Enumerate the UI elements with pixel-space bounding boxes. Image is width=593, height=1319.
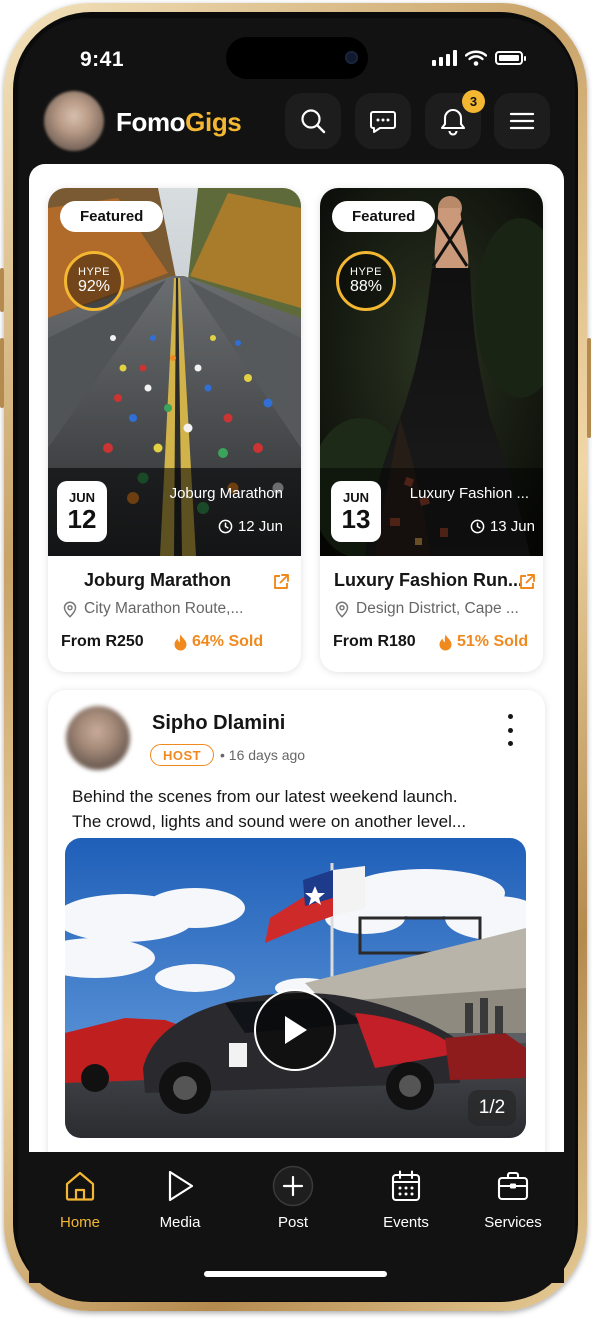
event-title: Luxury Fashion Run... xyxy=(334,570,524,590)
post-media[interactable]: 1/2 xyxy=(65,838,526,1138)
image-event-date: 13 Jun xyxy=(470,518,535,535)
messages-button[interactable] xyxy=(355,93,411,149)
home-indicator[interactable] xyxy=(204,1271,387,1277)
location-pin-icon xyxy=(335,600,349,618)
menu-button[interactable] xyxy=(494,93,550,149)
nav-media[interactable]: Media xyxy=(135,1166,225,1231)
flame-icon xyxy=(439,634,452,650)
event-price: From R250 xyxy=(61,633,144,650)
signal-icon xyxy=(432,50,457,66)
battery-icon xyxy=(495,51,526,65)
bottom-nav: Home Media Post Events Services xyxy=(29,1152,564,1283)
host-badge: HOST xyxy=(150,744,215,766)
clock-icon xyxy=(470,519,485,534)
sold-indicator: 64% Sold xyxy=(174,633,263,651)
notification-badge: 3 xyxy=(462,90,485,113)
image-event-name: Joburg Marathon xyxy=(169,485,283,502)
calendar-icon xyxy=(391,1170,421,1202)
nav-events[interactable]: Events xyxy=(361,1166,451,1231)
nav-services[interactable]: Services xyxy=(468,1166,558,1231)
external-link-icon[interactable] xyxy=(518,573,536,591)
image-event-date: 12 Jun xyxy=(218,518,283,535)
side-button xyxy=(0,338,4,408)
play-icon xyxy=(285,1016,307,1044)
chat-icon xyxy=(370,111,396,133)
event-price: From R180 xyxy=(333,633,416,650)
featured-badge: Featured xyxy=(332,201,436,232)
event-card[interactable]: Featured HYPE 88% JUN 13 Luxury Fashion … xyxy=(320,188,543,672)
external-link-icon[interactable] xyxy=(272,573,290,591)
flame-icon xyxy=(174,634,187,650)
side-button xyxy=(587,338,591,438)
wifi-icon xyxy=(465,50,487,66)
briefcase-icon xyxy=(497,1171,529,1201)
event-location: Design District, Cape ... xyxy=(335,600,519,618)
play-icon xyxy=(168,1170,194,1202)
race-car-photo xyxy=(65,838,526,1138)
play-button[interactable] xyxy=(254,989,336,1071)
event-date-box: JUN 12 xyxy=(57,481,107,542)
plus-circle-icon xyxy=(272,1165,314,1207)
event-title: Joburg Marathon xyxy=(84,570,231,590)
home-icon xyxy=(65,1171,95,1201)
status-time: 9:41 xyxy=(80,48,125,71)
feed-content: Featured HYPE 92% JUN 12 Joburg Marathon… xyxy=(29,164,564,1152)
side-button xyxy=(0,268,4,312)
app-logo: FomoGigs xyxy=(116,107,242,137)
hype-meter: HYPE 88% xyxy=(336,251,396,311)
nav-home[interactable]: Home xyxy=(35,1166,125,1231)
avatar[interactable] xyxy=(44,91,104,151)
location-pin-icon xyxy=(63,600,77,618)
post-time: • 16 days ago xyxy=(220,747,306,763)
event-location: City Marathon Route,... xyxy=(63,600,243,618)
image-event-name: Luxury Fashion ... xyxy=(409,485,529,502)
camera-icon xyxy=(345,51,358,64)
media-counter: 1/2 xyxy=(468,1090,516,1126)
event-card[interactable]: Featured HYPE 92% JUN 12 Joburg Marathon… xyxy=(48,188,301,672)
clock-icon xyxy=(218,519,233,534)
sold-indicator: 51% Sold xyxy=(439,633,528,651)
featured-badge: Featured xyxy=(60,201,164,232)
status-icons xyxy=(432,50,526,66)
nav-post[interactable]: Post xyxy=(248,1165,338,1231)
search-button[interactable] xyxy=(285,93,341,149)
avatar[interactable] xyxy=(66,706,130,770)
bell-icon xyxy=(440,108,466,136)
more-options-icon[interactable] xyxy=(502,714,518,746)
post-card: Sipho Dlamini HOST • 16 days ago Behind … xyxy=(48,690,545,1152)
menu-icon xyxy=(509,112,535,130)
search-icon xyxy=(301,109,326,134)
post-author[interactable]: Sipho Dlamini xyxy=(152,712,285,735)
post-text: Behind the scenes from our latest weeken… xyxy=(72,787,467,831)
event-date-box: JUN 13 xyxy=(331,481,381,542)
hype-meter: HYPE 92% xyxy=(64,251,124,311)
